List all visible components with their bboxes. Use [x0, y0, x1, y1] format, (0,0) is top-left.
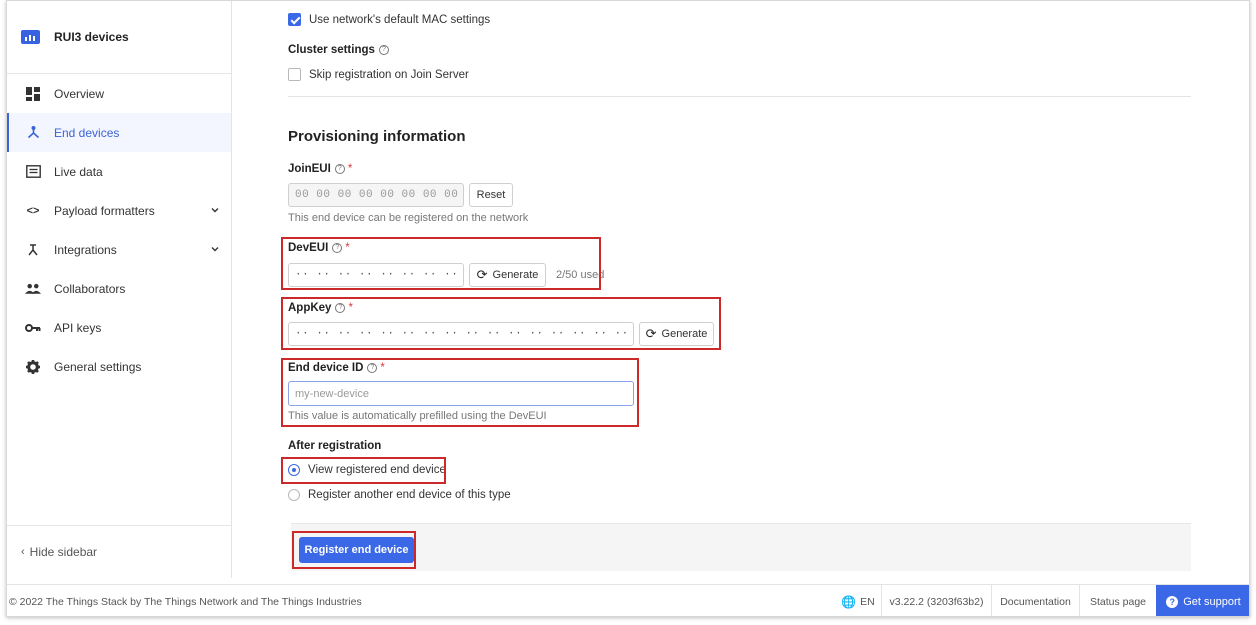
highlight-box-deveui — [281, 237, 601, 290]
required-marker: * — [347, 163, 353, 175]
code-icon: <> — [26, 204, 40, 217]
language-selector[interactable]: 🌐 EN — [835, 585, 881, 616]
radio-register-another[interactable]: Register another end device of this type — [288, 489, 511, 501]
joineui-label-text: JoinEUI — [288, 163, 331, 175]
version-label: v3.22.2 (3203f63b2) — [881, 585, 991, 616]
language-label: EN — [860, 595, 875, 608]
skip-join-checkbox[interactable] — [288, 68, 301, 81]
app-window: RUI3 devices Overview End devices Live d… — [6, 0, 1250, 617]
get-support-button[interactable]: ? Get support — [1156, 585, 1249, 616]
live-data-icon — [25, 164, 41, 180]
integrations-icon — [25, 242, 41, 258]
chevron-down-icon[interactable] — [209, 243, 221, 255]
gear-icon — [25, 359, 41, 375]
sidebar-item-integrations[interactable]: Integrations — [7, 230, 231, 269]
mac-default-checkbox[interactable] — [288, 13, 301, 26]
sidebar-item-label: Overview — [54, 86, 105, 101]
sidebar-item-live-data[interactable]: Live data — [7, 152, 231, 191]
chevron-down-icon[interactable] — [209, 204, 221, 216]
sidebar-item-label: Payload formatters — [54, 203, 155, 218]
sidebar-item-end-devices[interactable]: End devices — [7, 113, 231, 152]
submit-bar — [291, 523, 1191, 571]
mac-default-checkbox-row[interactable]: Use network's default MAC settings — [288, 13, 490, 26]
joineui-reset-button[interactable]: Reset — [469, 183, 513, 207]
cluster-settings-label: Cluster settings ? — [288, 44, 389, 56]
highlight-box-register-button — [292, 531, 416, 569]
sidebar-item-label: End devices — [54, 125, 120, 140]
documentation-link[interactable]: Documentation — [991, 585, 1079, 616]
hide-sidebar-button[interactable]: ‹ Hide sidebar — [7, 525, 231, 578]
skip-join-label: Skip registration on Join Server — [309, 68, 469, 81]
after-registration-label: After registration — [288, 440, 382, 452]
sidebar-item-label: Integrations — [54, 242, 117, 257]
section-title: Provisioning information — [288, 128, 466, 145]
main-content: Use network's default MAC settings Clust… — [233, 1, 1249, 578]
end-devices-icon — [25, 125, 41, 141]
get-support-label: Get support — [1183, 595, 1241, 608]
help-icon[interactable]: ? — [378, 45, 389, 55]
sidebar-item-general-settings[interactable]: General settings — [7, 347, 231, 386]
footer: © 2022 The Things Stack by The Things Ne… — [7, 584, 1249, 616]
joineui-input: 00 00 00 00 00 00 00 00 — [288, 183, 464, 207]
sidebar-item-api-keys[interactable]: API keys — [7, 308, 231, 347]
sidebar-item-label: API keys — [54, 320, 102, 335]
sidebar-item-collaborators[interactable]: Collaborators — [7, 269, 231, 308]
joineui-hint: This end device can be registered on the… — [288, 212, 529, 224]
app-logo-icon — [21, 30, 40, 44]
radio-button[interactable] — [288, 489, 300, 501]
highlight-box-device-id — [281, 358, 639, 427]
status-page-link[interactable]: Status page — [1079, 585, 1156, 616]
skip-join-checkbox-row[interactable]: Skip registration on Join Server — [288, 68, 469, 81]
mac-default-label: Use network's default MAC settings — [309, 13, 491, 26]
highlight-box-view-option — [281, 457, 446, 484]
sidebar-item-overview[interactable]: Overview — [7, 74, 231, 113]
joineui-label: JoinEUI ? * — [288, 163, 352, 175]
chevron-left-icon: ‹ — [21, 546, 25, 558]
sidebar-item-payload-formatters[interactable]: <> Payload formatters — [7, 191, 231, 230]
section-divider — [288, 96, 1191, 97]
app-name: RUI3 devices — [54, 30, 129, 44]
highlight-box-appkey — [281, 297, 721, 350]
key-icon — [25, 320, 41, 336]
cluster-settings-text: Cluster settings — [288, 44, 375, 56]
sidebar-nav: Overview End devices Live data <> Payloa… — [7, 74, 231, 386]
people-icon — [25, 281, 41, 297]
copyright-text: © 2022 The Things Stack by The Things Ne… — [9, 596, 362, 608]
globe-icon: 🌐 — [841, 594, 857, 609]
help-icon[interactable]: ? — [334, 164, 345, 174]
sidebar-item-label: Live data — [54, 164, 103, 179]
question-icon: ? — [1166, 595, 1179, 608]
sidebar: RUI3 devices Overview End devices Live d… — [7, 1, 232, 578]
overview-icon — [25, 86, 41, 102]
app-header[interactable]: RUI3 devices — [7, 1, 231, 74]
sidebar-item-label: Collaborators — [54, 281, 126, 296]
hide-sidebar-label: Hide sidebar — [29, 545, 98, 559]
radio-label: Register another end device of this type — [308, 489, 511, 501]
sidebar-item-label: General settings — [54, 359, 142, 374]
